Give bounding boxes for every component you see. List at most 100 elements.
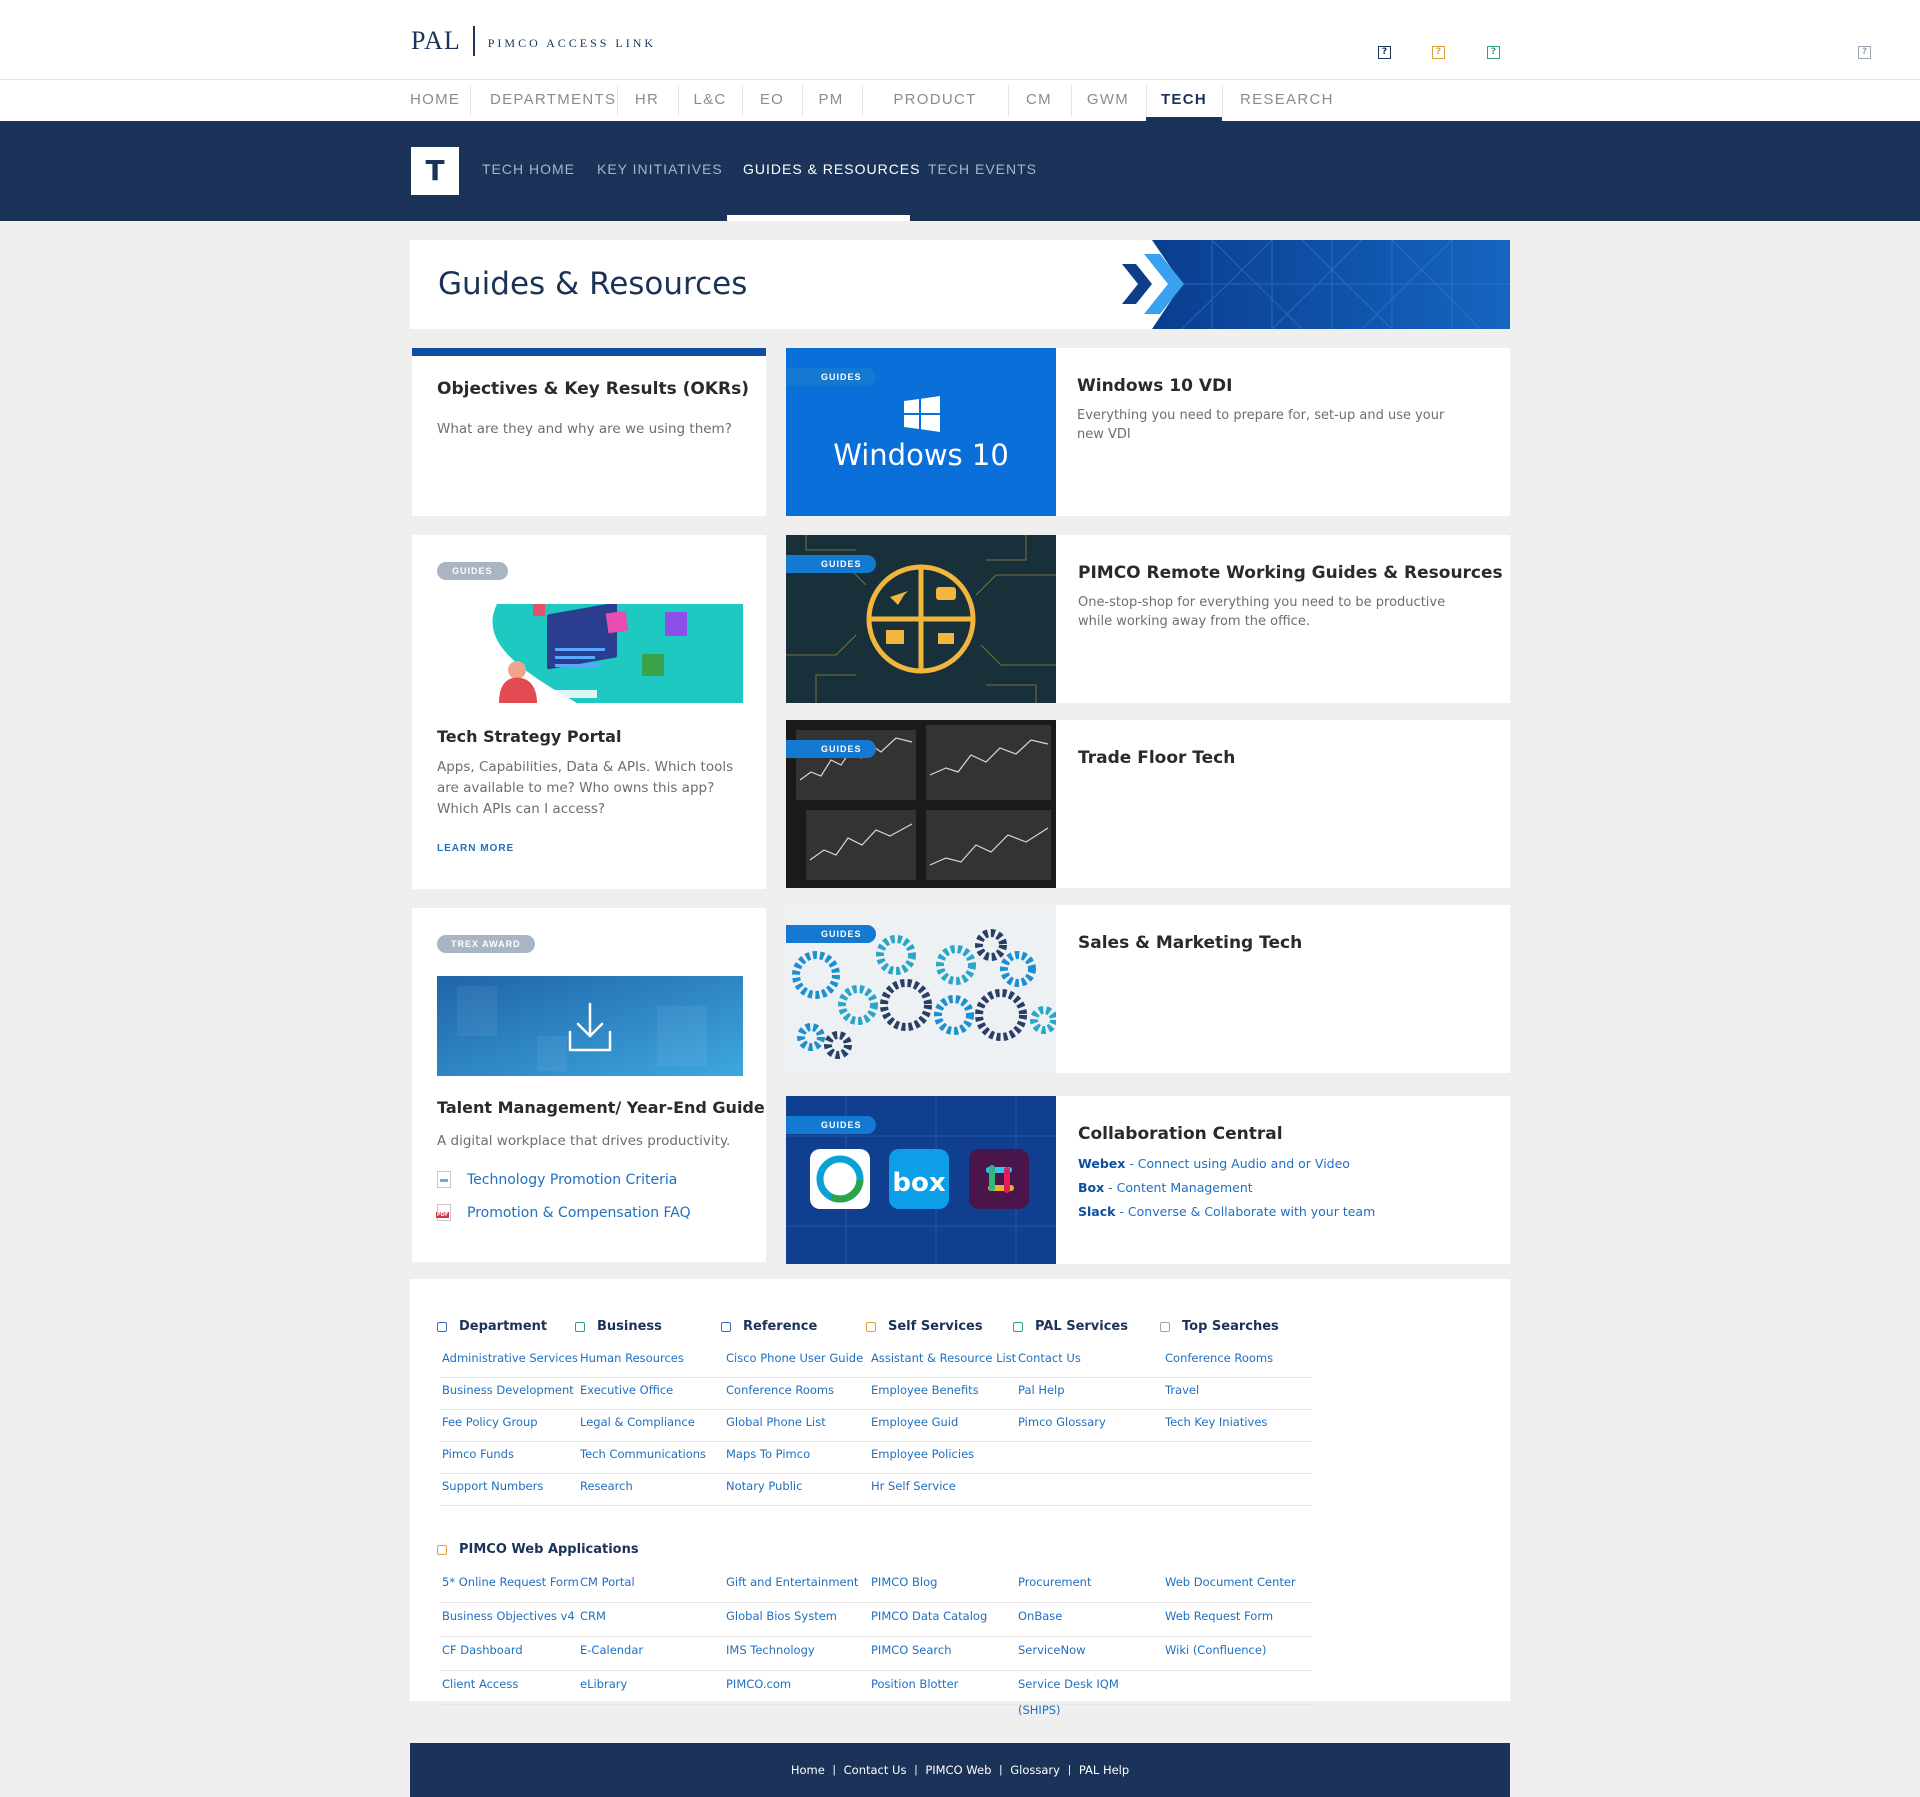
footer-link[interactable]: Notary Public [724,1474,872,1506]
nav-gwm[interactable]: GWM [1086,80,1130,121]
footer-bar-link[interactable]: Contact Us [844,1763,907,1777]
web-app-link[interactable]: ServiceNow [1016,1637,1164,1671]
help-icon-gray[interactable]: ? [1858,46,1871,59]
web-app-link[interactable]: Business Objectives v4 [440,1603,588,1637]
footer-link[interactable]: Support Numbers [440,1474,588,1506]
windows10-card[interactable]: Windows 10 GUIDES Windows 10 VDI Everyth… [786,348,1510,516]
web-app-link[interactable]: PIMCO.com [724,1671,872,1705]
footer-bar-link[interactable]: PIMCO Web [925,1763,991,1777]
footer-link[interactable]: Contact Us [1016,1346,1164,1378]
footer-link[interactable]: Employee Benefits [869,1378,1017,1410]
footer-link[interactable]: Pimco Funds [440,1442,588,1474]
footer-link[interactable]: Fee Policy Group [440,1410,588,1442]
nav-home[interactable]: HOME [410,80,459,121]
footer-bar-link[interactable]: Home [791,1763,825,1777]
web-app-link[interactable]: OnBase [1016,1603,1164,1637]
nav-tech[interactable]: TECH [1146,80,1222,121]
help-icon-green[interactable]: ? [1487,46,1500,59]
footer-link[interactable]: Travel [1163,1378,1311,1410]
nav-separator [617,85,618,116]
footer-section-icon [1160,1321,1170,1332]
box-link[interactable]: Box - Content Management [1078,1180,1253,1195]
footer-link[interactable]: Tech Key Iniatives [1163,1410,1311,1442]
guides-tag: GUIDES [437,562,508,580]
footer-link[interactable]: Research [578,1474,726,1506]
web-app-link[interactable]: PIMCO Search [869,1637,1017,1671]
web-app-link[interactable]: Position Blotter [869,1671,1017,1705]
web-app-link[interactable]: Procurement [1016,1569,1164,1603]
talent-desc: A digital workplace that drives producti… [437,1133,731,1149]
web-app-link[interactable]: CM Portal [578,1569,726,1603]
web-app-link[interactable]: Web Document Center [1163,1569,1311,1603]
help-icon-orange[interactable]: ? [1432,46,1445,59]
tech-badge: T [411,147,459,195]
tech-strategy-card[interactable]: GUIDES Tech Strategy Portal Apps, Capabi… [412,535,766,889]
footer-link[interactable]: Pal Help [1016,1378,1164,1410]
footer-bar: Home | Contact Us | PIMCO Web | Glossary | PAL H… [410,1743,1510,1797]
promotion-compensation-faq-link[interactable]: PDF Promotion & Compensation FAQ [436,1204,691,1221]
subnav-tech-home[interactable]: TECH HOME [482,161,575,177]
footer-link[interactable]: Maps To Pimco [724,1442,872,1474]
nav-product-info[interactable]: PRODUCT INFO [878,80,992,148]
remote-working-card[interactable]: GUIDES PIMCO Remote Working Guides & Res… [786,535,1510,703]
okr-card[interactable]: Objectives & Key Results (OKRs) What are… [412,348,766,516]
web-app-link[interactable]: Client Access [440,1671,588,1705]
web-app-link[interactable]: 5* Online Request Form [440,1569,588,1603]
trade-floor-card[interactable]: GUIDES Trade Floor Tech [786,720,1510,888]
webex-link[interactable]: Webex - Connect using Audio and or Video [1078,1156,1350,1171]
web-app-link[interactable]: PIMCO Blog [869,1569,1017,1603]
footer-link[interactable]: Cisco Phone User Guide [724,1346,872,1378]
subnav-key-initiatives[interactable]: KEY INITIATIVES [597,161,723,177]
subnav-guides-resources[interactable]: GUIDES & RESOURCES [743,161,920,177]
footer-link[interactable]: Hr Self Service [869,1474,1017,1506]
nav-separator [470,85,471,116]
web-app-link[interactable]: CRM [578,1603,726,1637]
talent-card[interactable]: TREX AWARD Talent Management/ Year-End G… [412,908,766,1262]
footer-link[interactable]: Human Resources [578,1346,726,1378]
footer-link[interactable]: Employee Policies [869,1442,1017,1474]
footer-section-icon [1013,1321,1023,1332]
sales-marketing-card[interactable]: GUIDES Sales & Marketing Tech [786,905,1510,1073]
footer-link[interactable]: Assistant & Resource List [869,1346,1017,1378]
subnav-tech-events[interactable]: TECH EVENTS [928,161,1037,177]
nav-lc[interactable]: L&C [693,80,727,121]
web-app-link[interactable]: PIMCO Data Catalog [869,1603,1017,1637]
windows10-title: Windows 10 VDI [1077,376,1233,396]
pal-logo[interactable]: PAL PIMCO ACCESS LINK [411,26,656,56]
web-app-link[interactable]: Web Request Form [1163,1603,1311,1637]
nav-departments[interactable]: DEPARTMENTS [490,80,615,121]
footer-section-icon [721,1321,731,1332]
web-app-link[interactable]: Gift and Entertainment [724,1569,872,1603]
footer-bar-link[interactable]: Glossary [1010,1763,1060,1777]
web-app-link[interactable]: Global Bios System [724,1603,872,1637]
help-icon-navy[interactable]: ? [1378,46,1391,59]
footer-bar-link[interactable]: PAL Help [1079,1763,1129,1777]
footer-link[interactable]: Business Development [440,1378,588,1410]
nav-eo[interactable]: EO [758,80,786,121]
nav-cm[interactable]: CM [1024,80,1054,121]
nav-hr[interactable]: HR [633,80,661,121]
nav-separator [678,85,679,116]
web-app-link[interactable]: eLibrary [578,1671,726,1705]
footer-link[interactable]: Global Phone List [724,1410,872,1442]
learn-more-link[interactable]: LEARN MORE [437,843,514,854]
footer-link[interactable]: Administrative Services [440,1346,588,1378]
footer-link[interactable]: Pimco Glossary [1016,1410,1164,1442]
web-app-link[interactable]: Service Desk IQM (SHIPS) [1016,1671,1164,1717]
footer-link[interactable]: Conference Rooms [724,1378,872,1410]
technology-promotion-criteria-link[interactable]: Technology Promotion Criteria [437,1171,677,1188]
footer-link[interactable]: Employee Guid [869,1410,1017,1442]
footer-link[interactable]: Conference Rooms [1163,1346,1311,1378]
nav-research[interactable]: RESEARCH [1240,80,1332,121]
web-app-link[interactable]: IMS Technology [724,1637,872,1671]
collaboration-card[interactable]: box GUIDES Collaboration Central Webex -… [786,1096,1510,1264]
footer-link[interactable]: Tech Communications [578,1442,726,1474]
web-app-link[interactable]: CF Dashboard [440,1637,588,1671]
slack-link[interactable]: Slack - Converse & Collaborate with your… [1078,1204,1375,1219]
doc-link-label: Technology Promotion Criteria [467,1171,678,1188]
web-app-link[interactable]: E-Calendar [578,1637,726,1671]
web-app-link[interactable]: Wiki (Confluence) [1163,1637,1311,1671]
footer-link[interactable]: Legal & Compliance [578,1410,726,1442]
footer-link[interactable]: Executive Office [578,1378,726,1410]
nav-pm[interactable]: PM [817,80,845,121]
